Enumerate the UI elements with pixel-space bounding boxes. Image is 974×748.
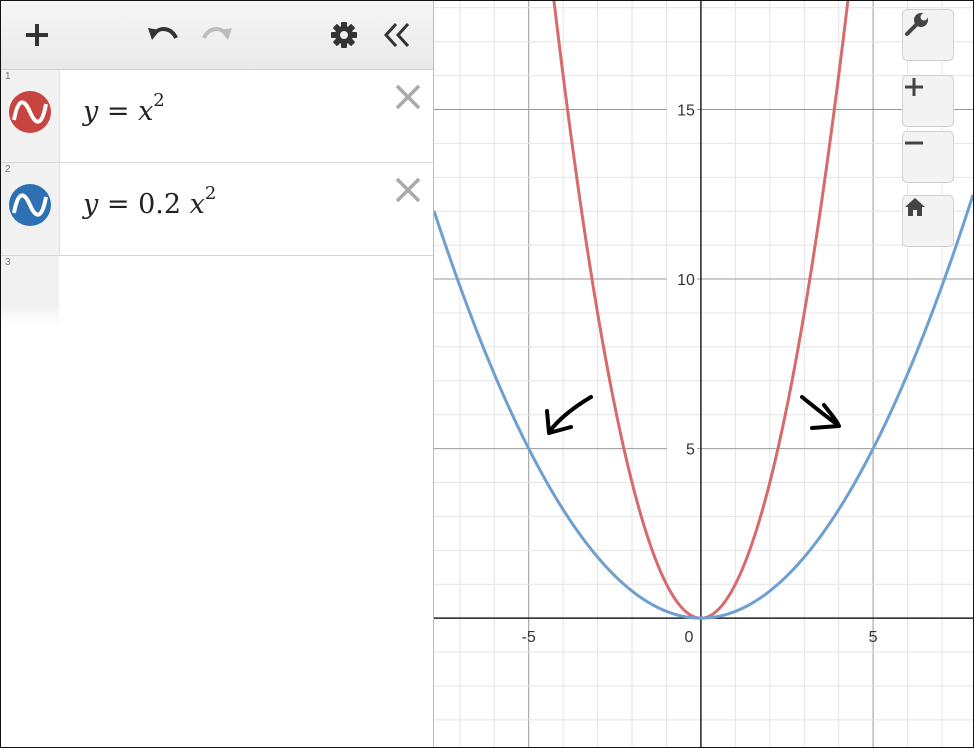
math-coefficient: 0.2 [138, 189, 190, 220]
close-icon[interactable] [393, 175, 423, 205]
expression-tab: 1 [1, 70, 60, 162]
graph-canvas[interactable]: -5 0 5 5 10 15 [434, 1, 973, 747]
blue-wave-graph-icon[interactable] [8, 183, 52, 227]
redo-button[interactable] [197, 15, 237, 55]
expression-row-empty[interactable]: 3 [1, 256, 433, 326]
expression-math[interactable]: y = x2 [83, 90, 165, 127]
graph-paper[interactable]: -5 0 5 5 10 15 [434, 1, 973, 747]
undo-icon [148, 27, 178, 40]
zoom-out-button[interactable] [902, 131, 954, 183]
graph-settings-button[interactable] [902, 9, 954, 61]
expression-index: 1 [5, 71, 11, 82]
expression-index: 2 [5, 164, 11, 175]
zoom-in-icon [905, 78, 923, 96]
x-tick-label: 0 [684, 629, 693, 646]
x-tick-label: -5 [522, 629, 536, 646]
settings-button[interactable] [324, 15, 364, 55]
zoom-out-icon [905, 141, 923, 145]
curve-series-2 [434, 194, 973, 620]
zoom-in-button[interactable] [902, 75, 954, 127]
math-eq: = [98, 189, 139, 220]
y-tick-label: 15 [677, 103, 695, 120]
default-viewport-button[interactable] [902, 195, 954, 247]
expression-tab: 3 [1, 256, 59, 326]
math-var: x [189, 189, 205, 220]
undo-button[interactable] [143, 15, 183, 55]
collapse-panel-button[interactable] [377, 15, 417, 55]
expression-math[interactable]: y = 0.2 x2 [83, 183, 216, 220]
expression-toolbar [1, 1, 433, 70]
math-exponent: 2 [204, 183, 217, 204]
expression-index: 3 [5, 257, 11, 268]
x-tick-label: 5 [869, 629, 878, 646]
red-wave-graph-icon[interactable] [8, 90, 52, 134]
expression-row[interactable]: 1 y = x2 [1, 70, 433, 163]
wrench-icon [905, 13, 928, 36]
expression-row[interactable]: 2 y = 0.2 x2 [1, 163, 433, 256]
expression-panel: 1 y = x2 2 y = 0.2 x2 3 [1, 1, 434, 747]
close-icon[interactable] [393, 82, 423, 112]
y-tick-label: 10 [677, 272, 695, 289]
expression-list: 1 y = x2 2 y = 0.2 x2 3 [1, 70, 433, 326]
expression-tab: 2 [1, 163, 60, 255]
desmos-window: 1 y = x2 2 y = 0.2 x2 3 -5 0 5 5 10 15 [0, 0, 974, 748]
hand-drawn-arrow-right [800, 395, 841, 430]
double-chevron-left-icon [383, 22, 410, 48]
math-eq: = [98, 96, 139, 127]
home-icon [905, 198, 925, 216]
y-tick-label: 5 [686, 442, 695, 459]
math-lhs: y [83, 189, 99, 220]
math-lhs: y [83, 96, 99, 127]
add-item-button[interactable] [17, 15, 57, 55]
math-exponent: 2 [153, 90, 165, 111]
math-var: x [138, 96, 154, 127]
gear-icon [331, 22, 357, 48]
redo-icon [202, 27, 232, 40]
plus-icon [26, 24, 48, 46]
